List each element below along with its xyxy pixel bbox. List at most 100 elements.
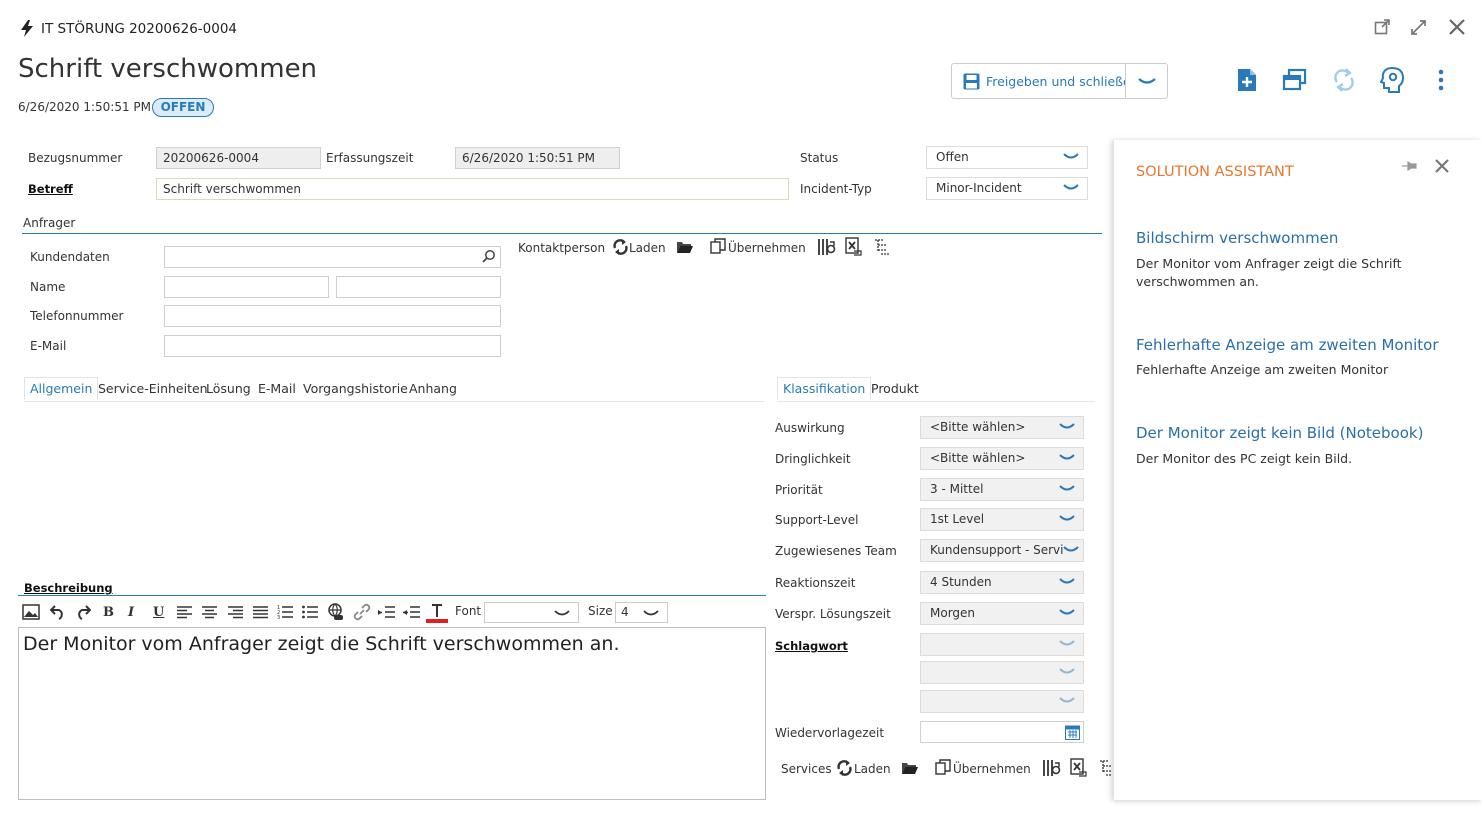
dringlichkeit-label: Dringlichkeit (775, 452, 851, 466)
tab-email[interactable]: E-Mail (258, 381, 296, 396)
close-panel-icon[interactable] (1435, 159, 1449, 173)
services-uebernehmen-button[interactable]: Übernehmen (953, 762, 1031, 776)
insert-image-icon[interactable] (22, 604, 40, 620)
copy-windows-icon[interactable] (1282, 68, 1307, 92)
redo-icon[interactable] (75, 605, 91, 620)
tab-allgemein[interactable]: Allgemein (24, 377, 99, 400)
anfrager-divider (22, 233, 1102, 234)
schlagwort-select-1[interactable] (920, 633, 1084, 656)
kundendaten-input[interactable] (164, 246, 501, 268)
popout-icon[interactable] (1374, 19, 1390, 35)
dringlichkeit-select[interactable]: <Bitte wählen> (920, 447, 1084, 470)
auswirkung-select[interactable]: <Bitte wählen> (920, 416, 1084, 439)
link-globe-icon[interactable] (327, 603, 345, 621)
solution-assistant-title: SOLUTION ASSISTANT (1136, 164, 1294, 180)
email-label: E-Mail (30, 339, 67, 353)
reload-icon[interactable] (612, 239, 629, 255)
schlagwort-select-2[interactable] (920, 661, 1084, 684)
solution-link-2[interactable]: Fehlerhafte Anzeige am zweiten Monitor (1136, 336, 1439, 354)
prioritaet-select[interactable]: 3 - Mittel (920, 478, 1084, 501)
save-and-close-button[interactable]: Freigeben und schließen (951, 63, 1139, 99)
knowledge-head-icon[interactable] (1380, 66, 1405, 93)
solution-link-3[interactable]: Der Monitor zeigt kein Bild (Notebook) (1136, 424, 1423, 442)
chevron-down-icon (1059, 668, 1075, 674)
expand-icon[interactable] (1410, 19, 1427, 36)
copy-icon[interactable] (710, 238, 727, 254)
calendar-icon[interactable] (1065, 724, 1080, 740)
more-options-icon[interactable] (1437, 69, 1445, 91)
numbered-list-icon[interactable]: 123 (277, 604, 293, 620)
align-center-icon[interactable] (202, 606, 217, 619)
tab-service-einheiten[interactable]: Service-Einheiten (98, 381, 208, 396)
excel-export-icon[interactable] (845, 237, 863, 256)
chevron-down-icon (1138, 77, 1156, 87)
loesungszeit-select[interactable]: Morgen (920, 602, 1084, 625)
font-select[interactable] (484, 602, 579, 623)
solution-text-1: Der Monitor vom Anfrager zeigt die Schri… (1136, 256, 1402, 289)
undo-icon[interactable] (50, 605, 66, 620)
tab-klassifikation[interactable]: Klassifikation (777, 377, 872, 400)
team-value: Kundensupport - Servi (930, 543, 1064, 557)
support-level-select[interactable]: 1st Level (920, 508, 1084, 531)
chevron-down-icon (1059, 609, 1075, 615)
size-select[interactable]: 4 (615, 602, 668, 623)
underline-icon[interactable]: U (153, 605, 164, 620)
outdent-icon[interactable] (403, 606, 420, 619)
schlagwort-select-3[interactable] (920, 690, 1084, 713)
services-columns-icon[interactable] (1042, 759, 1061, 777)
lastname-input[interactable] (336, 276, 501, 298)
text-color-icon[interactable] (426, 602, 448, 624)
reaktionszeit-select[interactable]: 4 Stunden (920, 571, 1084, 594)
services-excel-icon[interactable] (1070, 758, 1088, 777)
align-left-icon[interactable] (177, 606, 192, 619)
solution-text-3: Der Monitor des PC zeigt kein Bild. (1136, 451, 1353, 466)
bold-icon[interactable]: B (103, 605, 114, 620)
indent-icon[interactable] (378, 606, 395, 619)
pin-icon[interactable] (1401, 159, 1419, 173)
refresh-icon[interactable] (1333, 68, 1355, 92)
tab-vorgangshistorie[interactable]: Vorgangshistorie (303, 381, 408, 396)
search-icon[interactable] (482, 249, 496, 263)
tab-anhang[interactable]: Anhang (409, 381, 457, 396)
loesungszeit-value: Morgen (930, 606, 976, 620)
new-document-icon[interactable] (1237, 68, 1257, 92)
chevron-down-icon (1059, 697, 1075, 703)
solution-link-1[interactable]: Bildschirm verschwommen (1136, 229, 1338, 247)
kontakt-laden-button[interactable]: Laden (629, 241, 666, 255)
wiedervorlage-input[interactable] (920, 721, 1084, 743)
tab-loesung[interactable]: Lösung (206, 381, 251, 396)
email-input[interactable] (164, 335, 501, 357)
folder-icon[interactable] (676, 240, 694, 254)
services-copy-icon[interactable] (935, 759, 952, 775)
services-tree-icon[interactable] (1099, 759, 1112, 776)
kontakt-uebernehmen-button[interactable]: Übernehmen (728, 241, 806, 255)
beschreibung-editor[interactable]: Der Monitor vom Anfrager zeigt die Schri… (18, 627, 766, 800)
status-badge: OFFEN (152, 98, 214, 117)
status-select[interactable]: Offen (926, 146, 1088, 169)
dringlichkeit-value: <Bitte wählen> (930, 451, 1026, 465)
team-select[interactable]: Kundensupport - Servi (920, 539, 1084, 562)
chevron-down-icon (1059, 423, 1075, 429)
save-options-dropdown[interactable] (1125, 63, 1168, 99)
services-folder-icon[interactable] (901, 761, 919, 775)
solution-text-2: Fehlerhafte Anzeige am zweiten Monitor (1136, 362, 1389, 377)
chevron-down-icon (1059, 485, 1075, 491)
align-right-icon[interactable] (228, 606, 243, 619)
close-window-icon[interactable] (1448, 18, 1466, 36)
telefon-input[interactable] (164, 305, 501, 327)
justify-icon[interactable] (253, 606, 268, 619)
betreff-input[interactable]: Schrift verschwommen (156, 178, 789, 200)
unlink-icon[interactable] (353, 603, 371, 621)
tab-produkt[interactable]: Produkt (871, 381, 919, 396)
services-laden-button[interactable]: Laden (854, 762, 891, 776)
italic-icon[interactable]: I (128, 605, 134, 620)
anfrager-section-title: Anfrager (23, 216, 76, 230)
status-select-value: Offen (936, 150, 969, 164)
services-reload-icon[interactable] (836, 760, 853, 776)
columns-icon[interactable] (817, 238, 836, 256)
tree-list-icon[interactable] (874, 238, 891, 255)
font-label: Font (455, 604, 482, 618)
bullet-list-icon[interactable] (302, 604, 318, 620)
firstname-input[interactable] (164, 276, 329, 298)
incident-typ-select[interactable]: Minor-Incident (926, 177, 1088, 200)
